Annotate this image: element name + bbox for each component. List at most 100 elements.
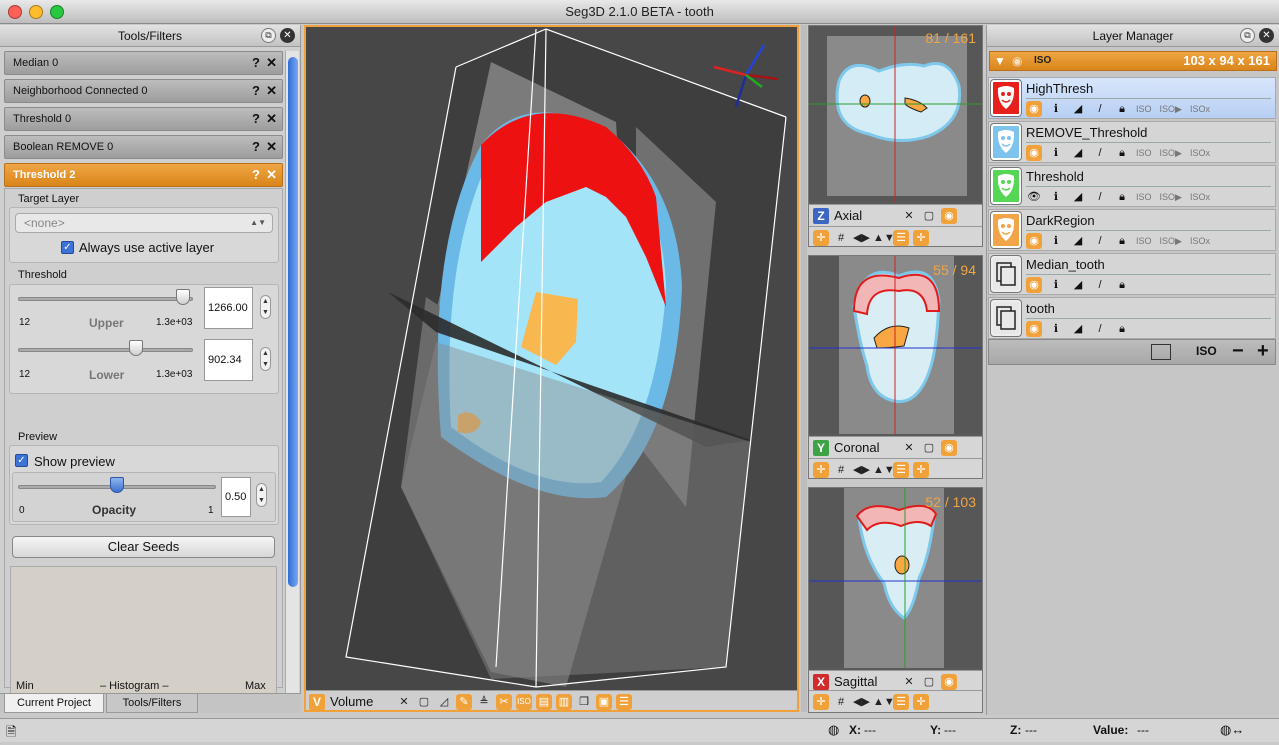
axial-view[interactable]: 81 / 161 Z Axial ✕ ▢ ◉ ✛ # ◀▶ ▲▼ ☰ ✛ (808, 25, 983, 247)
help-icon[interactable]: ? (252, 80, 260, 102)
lock-icon[interactable]: 🔒︎ (1114, 145, 1130, 161)
center-icon[interactable]: ✛ (913, 462, 929, 478)
opacity-icon[interactable]: ◢ (1070, 277, 1086, 293)
lock-icon[interactable]: ▢ (921, 674, 937, 690)
clear-seeds-button[interactable]: Clear Seeds (12, 536, 275, 558)
layer-row[interactable]: REMOVE_Threshold ◉ ℹ ◢ / 🔒︎ ISO ISO▶ ISOx (988, 121, 1276, 163)
brush-icon[interactable]: / (1092, 321, 1108, 337)
close-tool-icon[interactable]: ✕ (266, 136, 277, 158)
fit-view-icon[interactable]: ✕ (901, 674, 917, 690)
opacity-icon[interactable]: ◢ (1070, 233, 1086, 249)
lock-icon[interactable]: ▢ (921, 208, 937, 224)
visible-icon[interactable]: ◉ (1026, 145, 1042, 161)
float-panel-icon[interactable]: ⧉ (261, 28, 276, 43)
opacity-value-input[interactable]: 0.50 (221, 477, 251, 517)
lock-icon[interactable]: 🔒︎ (1114, 321, 1130, 337)
brush-icon[interactable]: / (1092, 233, 1108, 249)
close-tool-icon[interactable]: ✕ (266, 80, 277, 102)
pick-icon[interactable]: ✎ (456, 694, 472, 710)
lower-stepper[interactable]: ▲ ▼ (260, 347, 271, 371)
opacity-icon[interactable]: ◢ (1070, 189, 1086, 205)
iso-delete-icon[interactable]: ISOx (1190, 233, 1210, 249)
box-icon[interactable]: ❒ (576, 694, 592, 710)
tool-row-threshold[interactable]: Threshold 0? ✕ (4, 107, 283, 131)
iso-button[interactable]: ISO (1196, 344, 1217, 358)
iso-run-icon[interactable]: ISO▶ (1160, 233, 1182, 249)
layer-name[interactable]: DarkRegion (1026, 213, 1095, 228)
fit-view-icon[interactable]: ✕ (396, 694, 412, 710)
lock-icon[interactable]: ▢ (416, 694, 432, 710)
picking-icon[interactable]: ✛ (813, 694, 829, 710)
coronal-view[interactable]: 55 / 94 Y Coronal ✕ ▢ ◉ ✛ # ◀▶ ▲▼ ☰ ✛ (808, 255, 983, 479)
lock-icon[interactable]: 🔒︎ (1114, 233, 1130, 249)
visible-icon[interactable]: ◉ (1026, 277, 1042, 293)
iso-delete-icon[interactable]: ISOx (1190, 101, 1210, 117)
close-panel-icon[interactable]: ✕ (280, 28, 295, 43)
upper-slider-handle[interactable] (175, 289, 190, 305)
slices-icon[interactable]: ▤ (536, 694, 552, 710)
float-panel-icon[interactable]: ⧉ (1240, 28, 1255, 43)
layer-name[interactable]: Threshold (1026, 169, 1084, 184)
visible-icon[interactable]: ◉ (1026, 321, 1042, 337)
help-icon[interactable]: ? (252, 108, 260, 130)
brush-icon[interactable]: / (1092, 189, 1108, 205)
opacity-slider-handle[interactable] (110, 477, 124, 493)
always-active-checkbox[interactable]: ✓ (61, 241, 74, 254)
iso-icon[interactable]: ISO (1136, 145, 1152, 161)
center-icon[interactable]: ✛ (913, 694, 929, 710)
opacity-icon[interactable]: ◢ (1070, 145, 1086, 161)
lock-icon[interactable]: 🔒︎ (1114, 101, 1130, 117)
visible-eye-icon[interactable]: 👁 (1026, 189, 1042, 205)
info-icon[interactable]: ℹ (1048, 321, 1064, 337)
iso-delete-icon[interactable]: ISOx (1190, 189, 1210, 205)
layer-mask-icon[interactable] (991, 168, 1021, 204)
show-preview-checkbox[interactable]: ✓ (15, 454, 28, 467)
layer-row[interactable]: Threshold 👁 ℹ ◢ / 🔒︎ ISO ISO▶ ISOx (988, 165, 1276, 207)
close-tool-icon[interactable]: ✕ (266, 164, 277, 186)
layer-name[interactable]: HighThresh (1026, 81, 1093, 96)
visible-icon[interactable]: ◉ (1026, 233, 1042, 249)
fit-view-icon[interactable]: ✕ (901, 440, 917, 456)
layer-row[interactable]: tooth ◉ ℹ ◢ / 🔒︎ (988, 297, 1276, 339)
opacity-stepper[interactable]: ▲ ▼ (256, 483, 267, 507)
overlay-icon[interactable]: ☰ (893, 462, 909, 478)
overlay-icon[interactable]: ☰ (893, 694, 909, 710)
tools-scrollbar[interactable] (285, 51, 299, 693)
cube-icon[interactable]: ▣ (596, 694, 612, 710)
flip-horizontal-icon[interactable]: ◀▶ (853, 694, 870, 710)
picking-icon[interactable]: ✛ (813, 230, 829, 246)
help-icon[interactable]: ? (252, 136, 260, 158)
center-icon[interactable]: ✛ (913, 230, 929, 246)
axial-slice-image[interactable] (809, 26, 982, 202)
tab-current-project[interactable]: Current Project (4, 694, 104, 713)
tool-row-boolean[interactable]: Boolean REMOVE 0? ✕ (4, 135, 283, 159)
layer-mask-icon[interactable] (991, 124, 1021, 160)
upper-stepper[interactable]: ▲ ▼ (260, 295, 271, 319)
grid-icon[interactable]: # (833, 694, 849, 710)
scissors-icon[interactable]: ✂ (496, 694, 512, 710)
flip-vertical-icon[interactable]: ▲▼ (873, 694, 895, 710)
fit-view-icon[interactable]: ✕ (901, 208, 917, 224)
tool-row-active-threshold[interactable]: Threshold 2? ✕ (4, 163, 283, 187)
layer-name[interactable]: tooth (1026, 301, 1055, 316)
lock-icon[interactable]: 🔒︎ (1114, 189, 1130, 205)
lock-icon[interactable]: ▢ (921, 440, 937, 456)
eye-icon[interactable]: ◉ (941, 208, 957, 224)
visible-icon[interactable]: ◉ (1026, 101, 1042, 117)
eye-icon[interactable]: ◉ (941, 440, 957, 456)
layer-mask-icon[interactable] (991, 80, 1021, 116)
lower-value-input[interactable]: 902.34 (204, 339, 253, 381)
help-icon[interactable]: ? (252, 164, 260, 186)
layer-data-icon[interactable] (991, 300, 1021, 336)
brush-icon[interactable]: / (1092, 101, 1108, 117)
grid-icon[interactable]: # (833, 462, 849, 478)
close-tool-icon[interactable]: ✕ (266, 108, 277, 130)
picking-icon[interactable]: ✛ (813, 462, 829, 478)
opacity-icon[interactable]: ◢ (1070, 321, 1086, 337)
iso-icon[interactable]: ISO (516, 694, 532, 710)
sagittal-view[interactable]: 52 / 103 X Sagittal ✕ ▢ ◉ ✛ # ◀▶ ▲▼ ☰ ✛ (808, 487, 983, 713)
info-icon[interactable]: ℹ (1048, 277, 1064, 293)
layer-mask-icon[interactable] (991, 212, 1021, 248)
tool-row-median[interactable]: Median 0? ✕ (4, 51, 283, 75)
info-icon[interactable]: ℹ (1048, 145, 1064, 161)
